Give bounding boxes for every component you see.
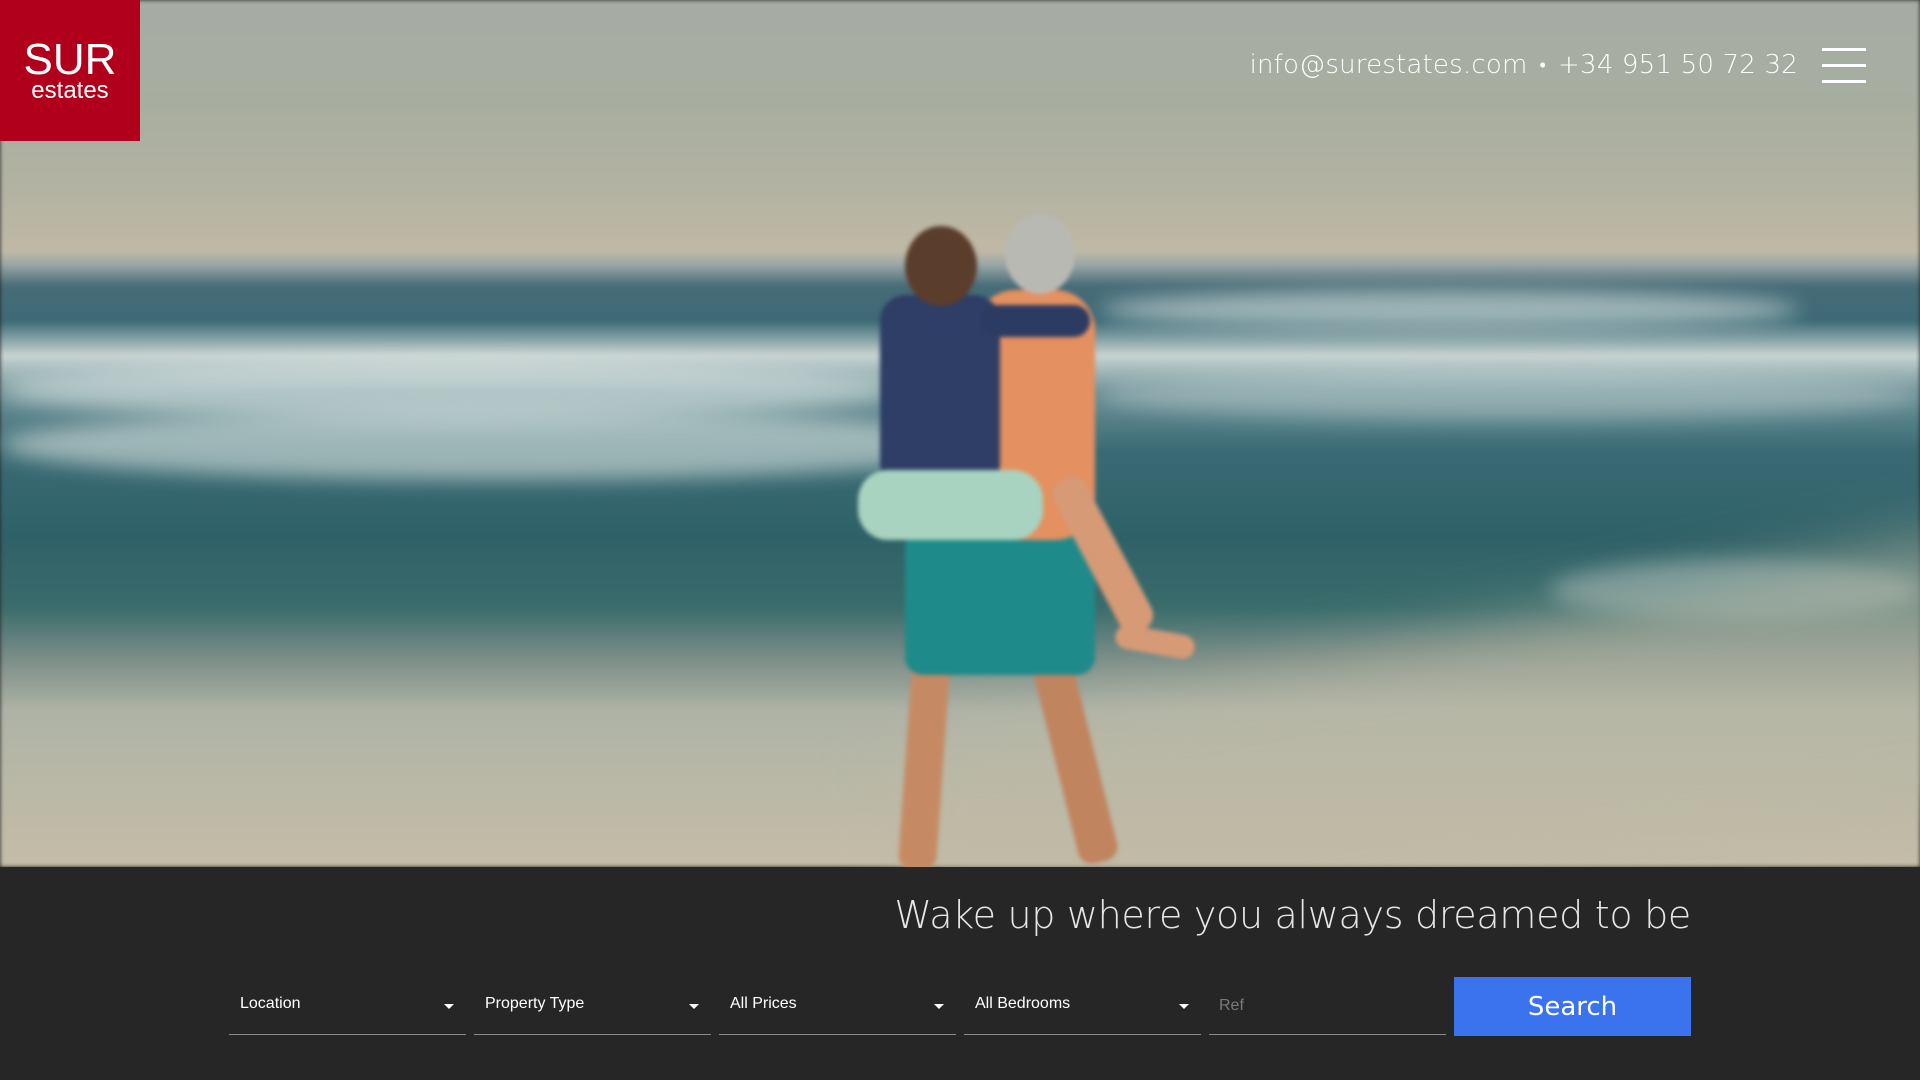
phone-link[interactable]: +34 951 50 72 32 bbox=[1558, 50, 1798, 80]
property-type-select-label: Property Type bbox=[485, 995, 585, 1012]
wave-foam bbox=[0, 410, 1000, 480]
chevron-down-icon bbox=[689, 1004, 699, 1009]
location-select-label: Location bbox=[240, 995, 301, 1012]
price-select-label: All Prices bbox=[730, 995, 797, 1012]
sur-estates-logo[interactable]: SUR estates bbox=[0, 0, 140, 141]
chevron-down-icon bbox=[1179, 1004, 1189, 1009]
separator-dot: • bbox=[1539, 55, 1546, 76]
bedrooms-select-label: All Bedrooms bbox=[975, 995, 1071, 1012]
wave-foam bbox=[1100, 290, 1800, 330]
search-button[interactable]: Search bbox=[1454, 977, 1691, 1036]
price-select[interactable]: All Prices bbox=[719, 977, 956, 1035]
location-select[interactable]: Location bbox=[229, 977, 466, 1035]
bedrooms-select[interactable]: All Bedrooms bbox=[964, 977, 1201, 1035]
logo-text-estates: estates bbox=[31, 77, 109, 104]
header-contact: info@surestates.com • +34 951 50 72 32 bbox=[1250, 50, 1798, 80]
chevron-down-icon bbox=[934, 1004, 944, 1009]
hero-tagline: Wake up where you always dreamed to be bbox=[894, 893, 1691, 937]
chevron-down-icon bbox=[444, 1004, 454, 1009]
ref-input[interactable] bbox=[1209, 977, 1446, 1035]
page: SUR estates info@surestates.com • +34 951 … bbox=[0, 0, 1920, 1080]
wave-foam bbox=[1100, 370, 1920, 420]
hamburger-icon[interactable] bbox=[1822, 48, 1866, 84]
logo-text-sur: SUR bbox=[23, 35, 117, 84]
email-link[interactable]: info@surestates.com bbox=[1250, 50, 1528, 80]
property-type-select[interactable]: Property Type bbox=[474, 977, 711, 1035]
